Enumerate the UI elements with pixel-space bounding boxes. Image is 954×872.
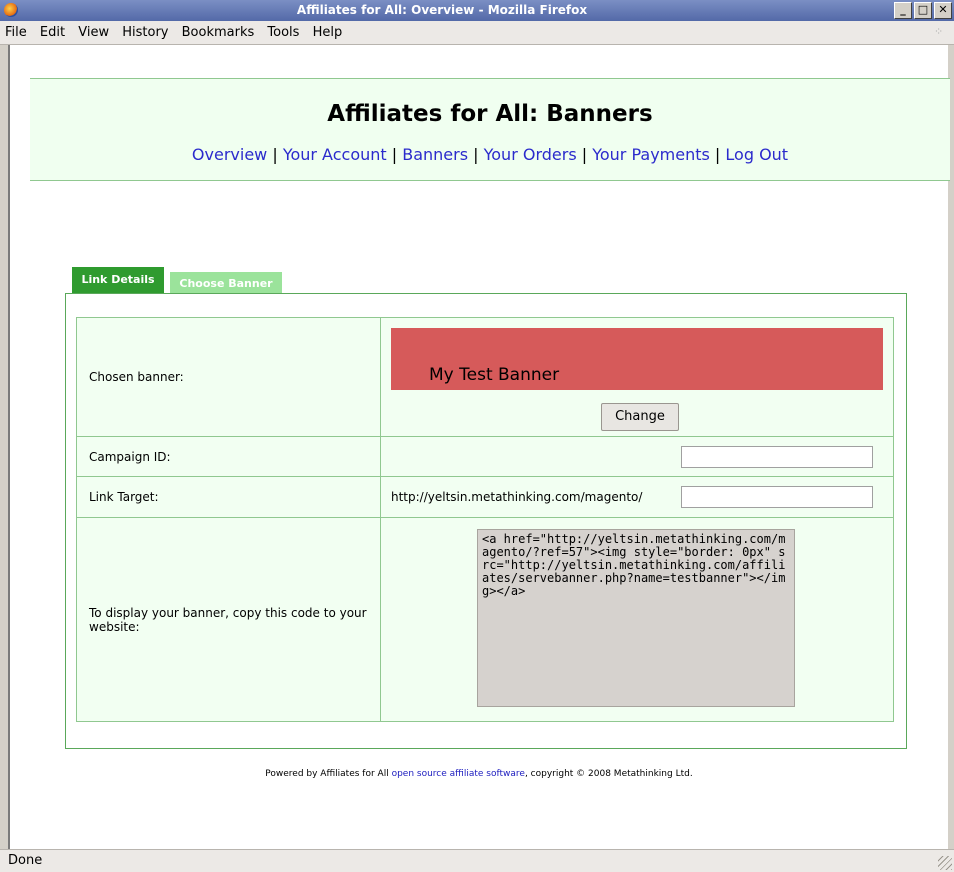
nav-banners[interactable]: Banners — [402, 145, 468, 164]
minimize-icon[interactable]: _ — [894, 2, 912, 19]
window-titlebar: Affiliates for All: Overview - Mozilla F… — [0, 0, 954, 21]
main-nav: Overview | Your Account | Banners | Your… — [30, 145, 950, 164]
row-chosen-banner: Chosen banner: My Test Banner Change — [76, 317, 894, 437]
menu-bookmarks[interactable]: Bookmarks — [177, 21, 259, 40]
details-table: Chosen banner: My Test Banner Change Cam… — [76, 317, 894, 722]
code-label: To display your banner, copy this code t… — [76, 517, 381, 722]
chosen-banner-label: Chosen banner: — [76, 317, 381, 437]
tab-choose-banner[interactable]: Choose Banner — [170, 272, 282, 294]
link-target-label: Link Target: — [76, 476, 381, 518]
campaign-id-label: Campaign ID: — [76, 436, 381, 477]
statusbar: Done — [0, 849, 954, 872]
banner-preview: My Test Banner — [391, 328, 883, 390]
tab-link-details[interactable]: Link Details — [72, 267, 164, 294]
menu-help[interactable]: Help — [308, 21, 347, 40]
nav-your-payments[interactable]: Your Payments — [592, 145, 710, 164]
nav-separator: | — [709, 145, 726, 164]
link-details-panel: Chosen banner: My Test Banner Change Cam… — [65, 293, 907, 749]
throbber-icon: ⁘ — [934, 25, 944, 38]
row-link-target: Link Target: http://yeltsin.metathinking… — [76, 476, 894, 518]
chosen-banner-cell: My Test Banner Change — [380, 317, 894, 437]
menu-file[interactable]: File — [0, 21, 31, 40]
nav-your-orders[interactable]: Your Orders — [484, 145, 577, 164]
status-text: Done — [8, 853, 43, 868]
close-icon[interactable]: ✕ — [934, 2, 952, 19]
maximize-icon[interactable]: □ — [914, 2, 932, 19]
banner-text: My Test Banner — [429, 365, 560, 385]
link-target-base-url: http://yeltsin.metathinking.com/magento/ — [391, 490, 643, 504]
change-button[interactable]: Change — [601, 403, 679, 431]
campaign-id-cell — [380, 436, 894, 477]
window-controls: _ □ ✕ — [894, 2, 952, 19]
page-footer: Powered by Affiliates for All open sourc… — [10, 769, 948, 779]
footer-prefix: Powered by Affiliates for All — [265, 769, 392, 779]
footer-link[interactable]: open source affiliate software — [392, 769, 525, 779]
nav-log-out[interactable]: Log Out — [725, 145, 788, 164]
footer-suffix: , copyright © 2008 Metathinking Ltd. — [524, 769, 693, 779]
window-title: Affiliates for All: Overview - Mozilla F… — [296, 3, 588, 17]
campaign-id-input[interactable] — [681, 446, 873, 468]
code-textarea[interactable]: <a href="http://yeltsin.metathinking.com… — [477, 529, 795, 707]
row-code: To display your banner, copy this code t… — [76, 517, 894, 722]
nav-overview[interactable]: Overview — [192, 145, 267, 164]
menubar: File Edit View History Bookmarks Tools H… — [0, 21, 954, 45]
menu-tools[interactable]: Tools — [262, 21, 303, 40]
nav-separator: | — [267, 145, 283, 164]
menu-edit[interactable]: Edit — [35, 21, 69, 40]
code-cell: <a href="http://yeltsin.metathinking.com… — [380, 517, 894, 722]
nav-your-account[interactable]: Your Account — [283, 145, 387, 164]
nav-separator: | — [386, 145, 403, 164]
row-campaign-id: Campaign ID: — [76, 436, 894, 477]
nav-separator: | — [468, 145, 484, 164]
menu-history[interactable]: History — [117, 21, 172, 40]
link-target-cell: http://yeltsin.metathinking.com/magento/ — [380, 476, 894, 518]
page-title: Affiliates for All: Banners — [327, 101, 653, 127]
menu-view[interactable]: View — [73, 21, 113, 40]
page-header: Affiliates for All: Banners Overview | Y… — [30, 78, 950, 181]
nav-separator: | — [576, 145, 593, 164]
link-target-input[interactable] — [681, 486, 873, 508]
page-viewport: Affiliates for All: Banners Overview | Y… — [8, 45, 950, 849]
resize-grip-icon[interactable] — [938, 856, 952, 870]
